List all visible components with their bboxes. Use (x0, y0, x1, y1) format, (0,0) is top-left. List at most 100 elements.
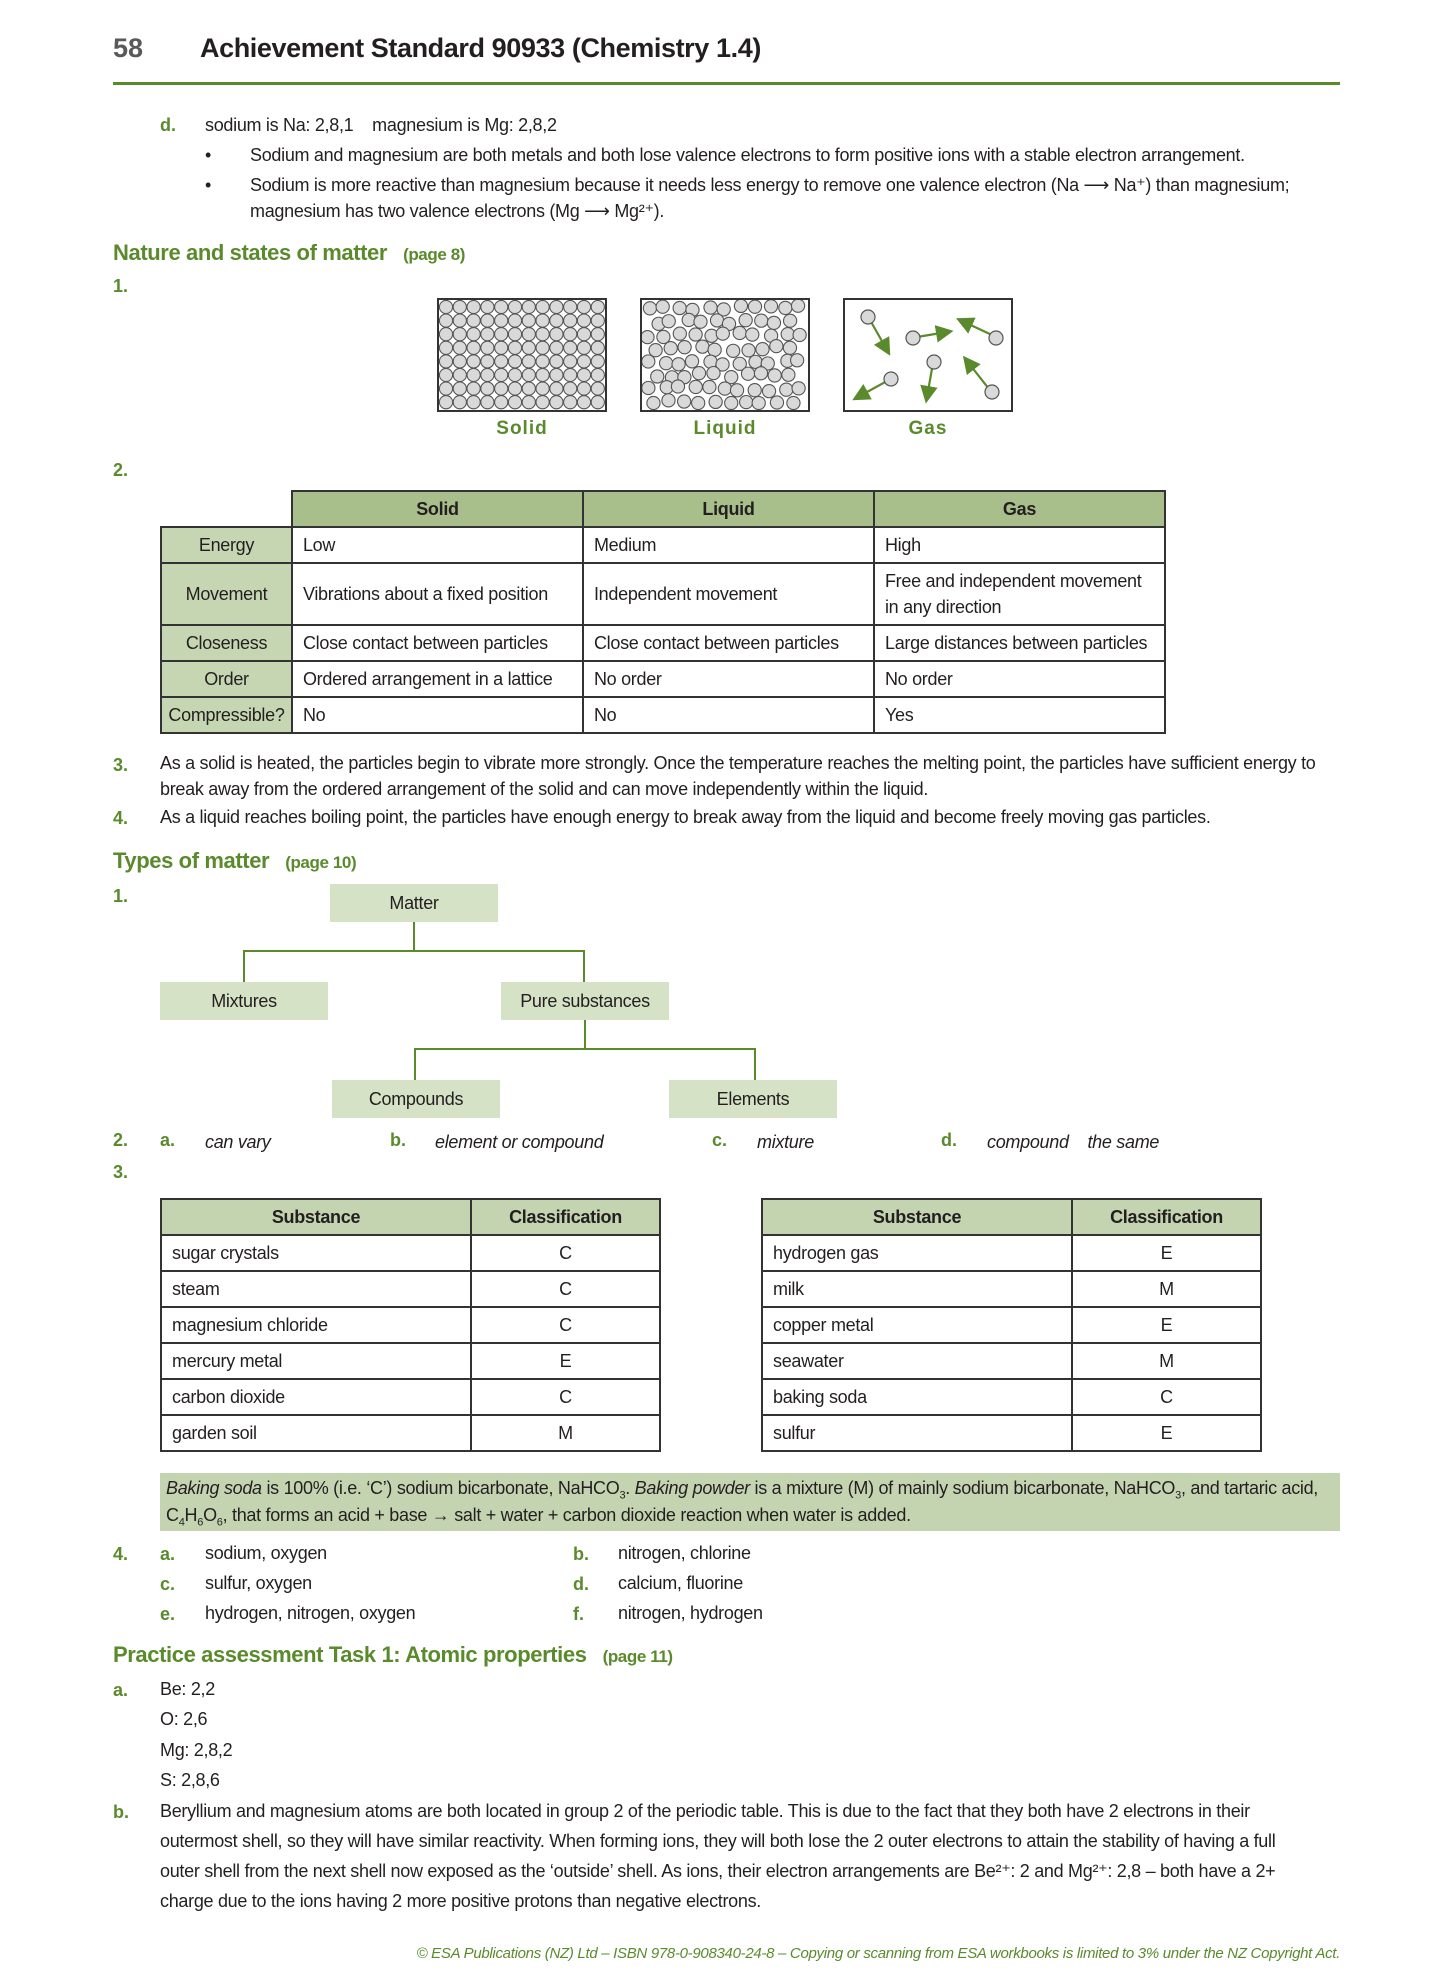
solid-particle (452, 367, 467, 383)
table-cell: High (872, 526, 1167, 564)
solid-particle (466, 313, 481, 328)
substance-cell: garden soil (160, 1414, 472, 1452)
table-row: sugar crystals C (160, 1234, 661, 1272)
table-row: milk M (761, 1270, 1262, 1308)
solid-particle (439, 354, 454, 369)
tree-connector (243, 950, 585, 952)
table-row: sulfur E (761, 1414, 1262, 1452)
section-heading-practice: Practice assessment Task 1: Atomic prope… (113, 1642, 673, 1668)
solid-particle (480, 395, 495, 410)
table-row: Movement Vibrations about a fixed positi… (160, 562, 1167, 626)
substance-cell: magnesium chloride (160, 1306, 472, 1344)
liquid-particle (733, 300, 749, 314)
page-reference: (page 11) (602, 1647, 674, 1666)
table-cell: No order (872, 660, 1167, 698)
answer-text: compound the same (987, 1132, 1160, 1152)
solid-particle (480, 340, 495, 355)
solid-particle (507, 300, 523, 315)
table-cell: No order (581, 660, 875, 698)
row-header: Movement (160, 562, 293, 626)
note-text: C (166, 1505, 179, 1525)
header-divider (113, 82, 1340, 85)
liquid-particle (780, 326, 795, 342)
liquid-particle (691, 366, 707, 381)
answer-text: sodium, oxygen (205, 1543, 327, 1563)
liquid-particle (642, 329, 655, 345)
solid-particle (466, 354, 481, 369)
column-header: Substance (160, 1198, 472, 1236)
liquid-particle (769, 395, 785, 410)
intro-line: sodium is Na: 2,8,1 magnesium is Mg: 2,8… (205, 115, 557, 135)
liquid-particle (661, 314, 676, 329)
solid-particle (494, 313, 509, 328)
tree-connector (584, 1020, 586, 1050)
section-title: Practice assessment Task 1: Atomic prope… (113, 1642, 587, 1667)
substance-cell: baking soda (761, 1378, 1073, 1416)
baking-soda-note: Baking soda is 100% (i.e. ‘C’) sodium bi… (160, 1473, 1340, 1531)
classification-cell: M (1071, 1270, 1262, 1308)
solid-particle (549, 313, 564, 328)
liquid-particle (791, 381, 806, 396)
question-label: 3. (113, 1162, 129, 1182)
liquid-particle (671, 357, 686, 372)
classification-cell: C (1071, 1378, 1262, 1416)
solid-particle (549, 381, 564, 396)
column-header: Classification (470, 1198, 661, 1236)
solid-particle (521, 367, 536, 383)
liquid-particles-icon (642, 300, 807, 410)
solid-particle (521, 327, 536, 342)
answer-text: As a liquid reaches boiling point, the p… (160, 807, 1211, 827)
solid-particle (576, 340, 592, 355)
note-text: , and tartaric acid, (1180, 1478, 1319, 1498)
sub-label: a. (160, 1544, 176, 1564)
page-reference: (page 10) (285, 853, 357, 872)
tree-node-matter: Matter (330, 884, 498, 922)
liquid-particle (646, 395, 661, 410)
liquid-particle (642, 301, 658, 316)
column-header: Gas (872, 490, 1167, 528)
liquid-particle (693, 314, 708, 329)
solid-particle (535, 340, 550, 355)
row-header: Closeness (160, 624, 293, 662)
table-cell: Large distances between particles (872, 624, 1167, 662)
solid-particle (494, 340, 509, 355)
solid-particle (535, 313, 550, 328)
liquid-particle (681, 312, 696, 328)
liquid-particle (786, 395, 801, 410)
table-row: Compressible? No No Yes (160, 696, 1167, 734)
solid-particle (466, 381, 481, 396)
column-header: Solid (290, 490, 584, 528)
diagram-label-liquid: Liquid (693, 418, 757, 439)
solid-particle (563, 381, 578, 396)
solid-particle (549, 300, 564, 315)
solid-particle (590, 340, 605, 355)
substance-cell: sulfur (761, 1414, 1073, 1452)
liquid-particle (663, 341, 678, 356)
answer-line: outermost shell, so they will have simil… (160, 1831, 1276, 1851)
liquid-particle (672, 300, 687, 316)
question-label: a. (113, 1680, 129, 1700)
question-label: 1. (113, 886, 129, 906)
tree-connector (414, 1048, 756, 1050)
liquid-particles-icon (640, 298, 810, 412)
liquid-particle (763, 300, 779, 314)
solid-particle (521, 300, 536, 315)
solid-particle (480, 354, 495, 369)
section-title: Nature and states of matter (113, 240, 388, 265)
page-reference: (page 8) (403, 245, 466, 264)
substance-cell: sugar crystals (160, 1234, 472, 1272)
question-label: 2. (113, 460, 129, 480)
question-label: 4. (113, 1544, 129, 1564)
table-cell: Close contact between particles (290, 624, 584, 662)
classification-cell: C (470, 1306, 661, 1344)
answer-text: As a solid is heated, the particles begi… (160, 753, 1316, 799)
liquid-particle (740, 366, 756, 381)
tree-connector (583, 950, 585, 982)
table-cell: Medium (581, 526, 875, 564)
solid-particle (549, 354, 564, 369)
note-text: . (625, 1478, 635, 1498)
table-row: carbon dioxide C (160, 1378, 661, 1416)
liquid-particle (761, 384, 777, 399)
solid-particle (576, 354, 592, 369)
liquid-particle (695, 339, 710, 354)
